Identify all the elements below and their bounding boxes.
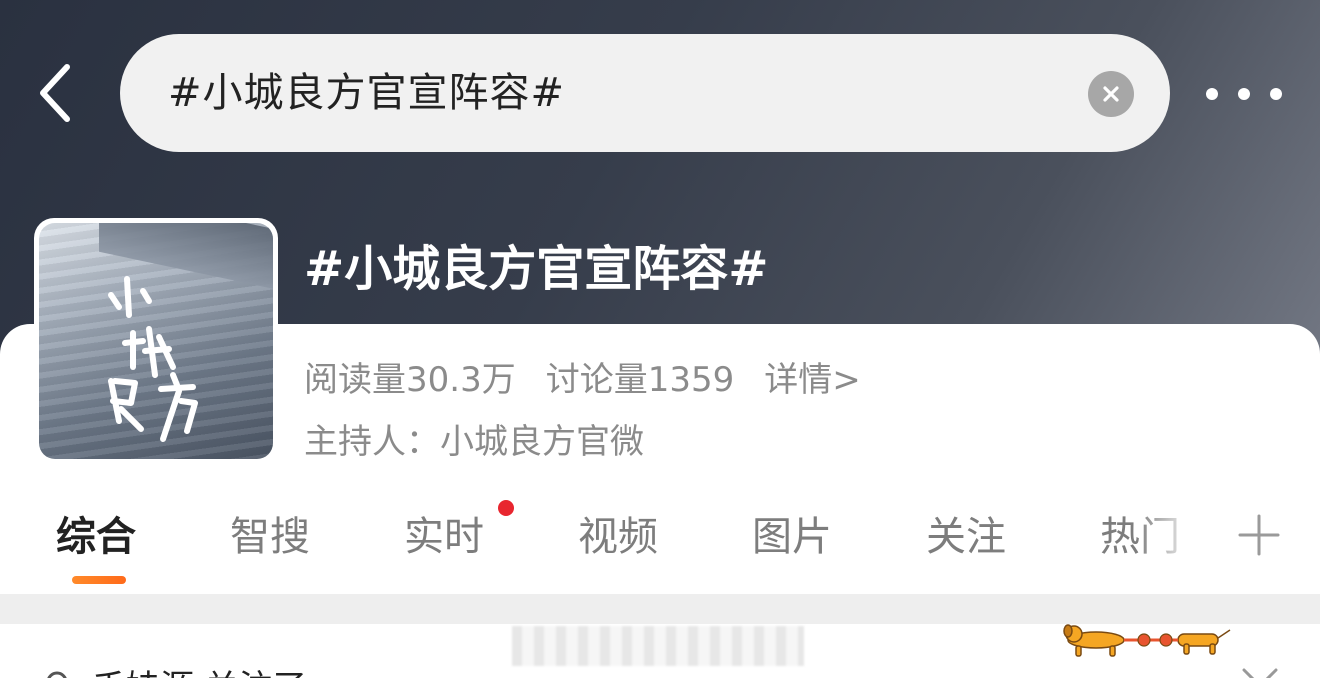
tab-smart-search[interactable]: 智搜 — [230, 504, 310, 562]
topic-cover-image[interactable] — [34, 218, 278, 464]
tab-images[interactable]: 图片 — [752, 504, 832, 562]
back-button[interactable] — [30, 60, 80, 126]
tab-comprehensive[interactable]: 综合 — [56, 504, 136, 562]
clear-search-button[interactable] — [1088, 71, 1134, 117]
tab-bar: 综合 智搜 实时 视频 图片 关注 热门 — [0, 496, 1320, 594]
active-tab-indicator — [72, 576, 126, 584]
tab-realtime[interactable]: 实时 — [404, 504, 484, 562]
more-options-button[interactable] — [1206, 78, 1282, 110]
more-dot-icon — [1206, 88, 1218, 100]
cover-artwork — [39, 223, 273, 459]
topic-stats: 阅读量30.3万 讨论量1359 详情> — [304, 352, 861, 401]
plus-icon — [1238, 514, 1280, 556]
tab-following[interactable]: 关注 — [926, 504, 1006, 562]
feed-post-preview: 千娃源 关注了 — [0, 624, 1320, 678]
post-header: 千娃源 关注了 — [44, 664, 307, 678]
chevron-left-icon — [40, 64, 70, 122]
search-query-text[interactable]: #小城良方官宣阵容# — [168, 34, 565, 152]
more-dot-icon — [1238, 88, 1250, 100]
details-link[interactable]: 详情> — [764, 352, 861, 401]
search-icon — [47, 671, 67, 678]
add-tab-button[interactable] — [1236, 512, 1282, 558]
topic-host: 主持人：小城良方官微 — [304, 422, 644, 462]
discussion-count: 讨论量1359 — [545, 360, 735, 400]
tab-video[interactable]: 视频 — [578, 504, 658, 562]
topic-title: #小城良方官宣阵容# — [304, 241, 769, 297]
dachshund-decoration-icon — [1063, 624, 1231, 657]
more-dot-icon — [1270, 88, 1282, 100]
calligraphy-logo — [108, 276, 198, 442]
close-icon — [1103, 86, 1119, 102]
read-count: 阅读量30.3万 — [304, 360, 516, 400]
chevron-down-icon[interactable] — [1240, 666, 1280, 678]
section-divider — [0, 594, 1320, 624]
search-bar[interactable]: #小城良方官宣阵容# — [120, 34, 1170, 152]
realtime-badge — [498, 500, 514, 516]
blurred-content — [512, 626, 804, 666]
post-header-text: 千娃源 关注了 — [92, 660, 307, 678]
